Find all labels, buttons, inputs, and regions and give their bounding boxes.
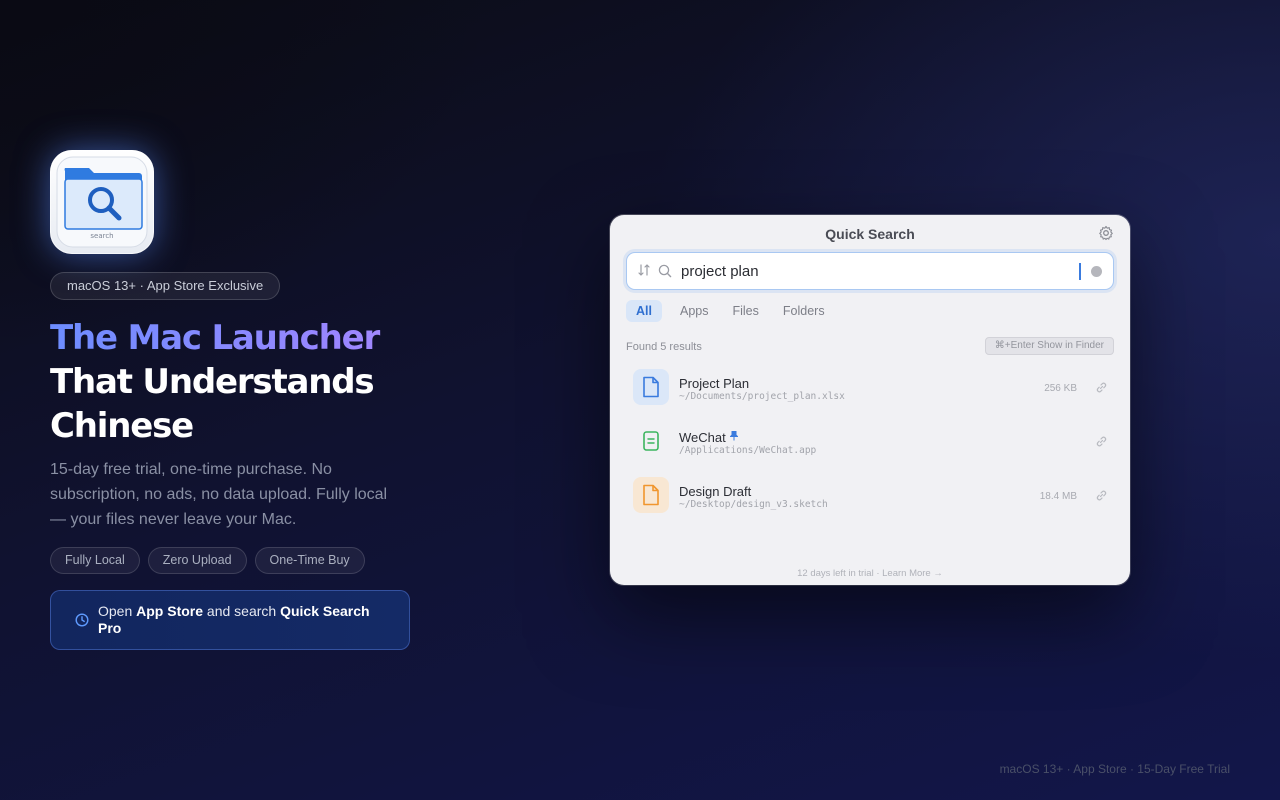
- hero-headline: The Mac Launcher That Understands Chines…: [50, 316, 470, 448]
- result-row[interactable]: Project Plan ~/Documents/project_plan.xl…: [626, 361, 1114, 415]
- cta-text: Open App Store and search Quick Search P…: [98, 603, 389, 637]
- tab-folders[interactable]: Folders: [773, 300, 835, 322]
- hero-subtitle: 15-day free trial, one-time purchase. No…: [50, 461, 388, 528]
- cta-middle: and search: [203, 603, 281, 619]
- quick-search-window: Quick Search All Apps Files Folders Foun…: [610, 215, 1130, 585]
- trial-note[interactable]: 12 days left in trial · Learn More →: [610, 568, 1130, 579]
- clock-icon: [75, 613, 89, 627]
- link-icon[interactable]: [1095, 381, 1108, 394]
- result-name: Project Plan: [679, 376, 750, 391]
- result-path: ~/Documents/project_plan.xlsx: [679, 391, 845, 402]
- document-icon: [633, 369, 669, 405]
- result-row[interactable]: Design Draft ~/Desktop/design_v3.sketch …: [626, 469, 1114, 523]
- clear-search-icon[interactable]: [1091, 266, 1102, 277]
- app-store-cta[interactable]: Open App Store and search Quick Search P…: [50, 590, 410, 650]
- tab-files[interactable]: Files: [722, 300, 768, 322]
- result-name: WeChat: [679, 430, 726, 445]
- text-cursor: [1079, 263, 1081, 280]
- gear-icon[interactable]: [1098, 225, 1114, 241]
- headline-line-2: That Understands: [50, 362, 375, 402]
- cta-prefix: Open: [98, 603, 137, 619]
- app-icon-caption: search: [90, 232, 114, 240]
- app-logo: search: [50, 150, 154, 254]
- result-size: 256 KB: [1044, 383, 1077, 394]
- result-size: 18.4 MB: [1039, 491, 1077, 502]
- result-name: Design Draft: [679, 484, 752, 499]
- cta-store-name: App Store: [136, 603, 204, 619]
- search-input[interactable]: [681, 260, 1071, 282]
- result-path: ~/Desktop/design_v3.sketch: [679, 499, 828, 510]
- search-icon: [658, 264, 672, 278]
- headline-accent: The Mac Launcher: [50, 316, 470, 360]
- link-icon[interactable]: [1095, 489, 1108, 502]
- headline-line-3: Chinese: [50, 406, 194, 446]
- filter-tabs: All Apps Files Folders: [626, 300, 835, 322]
- tag-fully-local: Fully Local: [50, 547, 140, 574]
- result-path: /Applications/WeChat.app: [679, 445, 817, 456]
- feature-tags: Fully Local Zero Upload One-Time Buy: [50, 547, 365, 574]
- app-icon: [633, 423, 669, 459]
- shortcut-hint: ⌘+Enter Show in Finder: [984, 337, 1114, 355]
- footer-note: macOS 13+ · App Store · 15-Day Free Tria…: [999, 762, 1230, 776]
- window-title: Quick Search: [825, 226, 915, 242]
- link-icon[interactable]: [1095, 435, 1108, 448]
- sort-icon[interactable]: [637, 263, 651, 277]
- results-list: Project Plan ~/Documents/project_plan.xl…: [626, 361, 1114, 523]
- tab-apps[interactable]: Apps: [670, 300, 719, 322]
- result-name-wrap: WeChat: [679, 430, 738, 445]
- search-bar[interactable]: [626, 252, 1114, 290]
- tag-zero-upload: Zero Upload: [147, 547, 247, 574]
- result-row[interactable]: WeChat /Applications/WeChat.app: [626, 415, 1114, 469]
- pin-icon: [729, 431, 738, 441]
- platform-badge: macOS 13+ · App Store Exclusive: [50, 272, 281, 300]
- tag-one-time-buy: One-Time Buy: [254, 547, 365, 574]
- document-icon: [633, 477, 669, 513]
- result-count: Found 5 results: [626, 341, 702, 353]
- tab-all[interactable]: All: [626, 300, 662, 322]
